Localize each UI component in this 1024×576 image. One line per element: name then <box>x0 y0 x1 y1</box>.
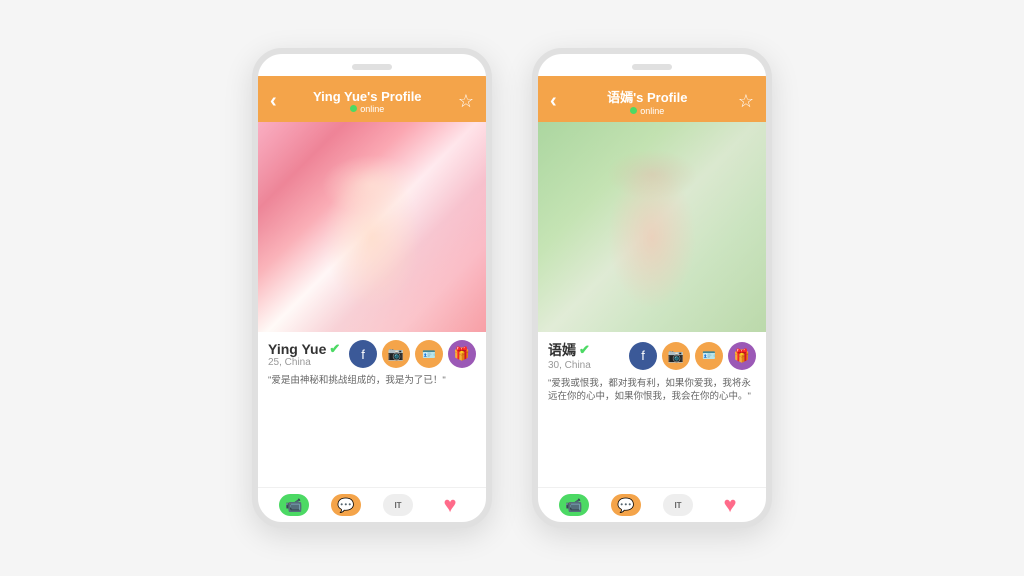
phone-1-inner: ‹ Ying Yue's Profile online ☆ Ying Yue ✔ <box>258 76 486 522</box>
online-status-1: online <box>350 104 384 114</box>
online-status-2: online <box>630 106 664 116</box>
camera-icon-1[interactable]: 📷 <box>382 340 410 368</box>
bottom-actions-2: 📹 💬 IT ♥ <box>538 487 766 522</box>
profile-info-1: Ying Yue ✔ 25, China f 📷 🪪 🎁 <box>258 332 486 372</box>
online-label-1: online <box>360 104 384 114</box>
online-dot-1 <box>350 105 357 112</box>
profile-quote-1: "爱是由神秘和挑战组成的，我是为了已！" <box>258 372 486 393</box>
visit-button-2[interactable]: IT <box>663 494 693 516</box>
visit-icon-1: IT <box>383 494 413 516</box>
profile-photo-2 <box>538 122 766 332</box>
facebook-icon-2[interactable]: f <box>629 342 657 370</box>
gift-icon-2[interactable]: 🎁 <box>728 342 756 370</box>
video-icon-1: 📹 <box>279 494 309 516</box>
gift-icon-1[interactable]: 🎁 <box>448 340 476 368</box>
profile-info-2: 语嫣 ✔ 30, China f 📷 🪪 🎁 <box>538 332 766 375</box>
verified-icon-2: ✔ <box>579 342 590 358</box>
heart-icon-2: ♥ <box>715 494 745 516</box>
id-icon-1[interactable]: 🪪 <box>415 340 443 368</box>
verified-icon-1: ✔ <box>329 341 340 357</box>
header-center-1: Ying Yue's Profile online <box>277 89 458 114</box>
phone-2: ‹ 语嫣's Profile online ☆ 语嫣 ✔ <box>532 48 772 528</box>
name-area-1: Ying Yue ✔ 25, China <box>268 341 340 368</box>
visit-icon-2: IT <box>663 494 693 516</box>
star-button-1[interactable]: ☆ <box>458 91 474 112</box>
video-button-2[interactable]: 📹 <box>559 494 589 516</box>
user-age-location-1: 25, China <box>268 357 340 368</box>
chat-button-2[interactable]: 💬 <box>611 494 641 516</box>
chat-icon-2: 💬 <box>611 494 641 516</box>
profile-title-2: 语嫣's Profile <box>607 87 687 106</box>
action-icons-1: f 📷 🪪 🎁 <box>349 340 476 368</box>
profile-quote-2: "爱我或恨我，都对我有利，如果你爱我，我将永远在你的心中，如果你恨我，我会在你的… <box>538 375 766 410</box>
video-icon-2: 📹 <box>559 494 589 516</box>
phone-1: ‹ Ying Yue's Profile online ☆ Ying Yue ✔ <box>252 48 492 528</box>
profile-photo-1 <box>258 122 486 332</box>
id-icon-2[interactable]: 🪪 <box>695 342 723 370</box>
like-button-1[interactable]: ♥ <box>435 494 465 516</box>
heart-icon-1: ♥ <box>435 494 465 516</box>
action-icons-2: f 📷 🪪 🎁 <box>629 342 756 370</box>
visit-button-1[interactable]: IT <box>383 494 413 516</box>
like-button-2[interactable]: ♥ <box>715 494 745 516</box>
star-button-2[interactable]: ☆ <box>738 91 754 112</box>
chat-icon-1: 💬 <box>331 494 361 516</box>
user-name-2: 语嫣 ✔ <box>548 340 591 360</box>
back-button-2[interactable]: ‹ <box>550 90 557 113</box>
header-center-2: 语嫣's Profile online <box>557 87 738 116</box>
user-name-1: Ying Yue ✔ <box>268 341 340 357</box>
name-area-2: 语嫣 ✔ 30, China <box>548 340 591 371</box>
back-button-1[interactable]: ‹ <box>270 90 277 113</box>
chat-button-1[interactable]: 💬 <box>331 494 361 516</box>
app-container: ‹ Ying Yue's Profile online ☆ Ying Yue ✔ <box>0 0 1024 576</box>
bottom-actions-1: 📹 💬 IT ♥ <box>258 487 486 522</box>
video-button-1[interactable]: 📹 <box>279 494 309 516</box>
profile-title-1: Ying Yue's Profile <box>313 89 422 104</box>
phone-2-inner: ‹ 语嫣's Profile online ☆ 语嫣 ✔ <box>538 76 766 522</box>
online-dot-2 <box>630 107 637 114</box>
camera-icon-2[interactable]: 📷 <box>662 342 690 370</box>
user-age-location-2: 30, China <box>548 360 591 371</box>
facebook-icon-1[interactable]: f <box>349 340 377 368</box>
header-2: ‹ 语嫣's Profile online ☆ <box>538 76 766 122</box>
online-label-2: online <box>640 106 664 116</box>
header-1: ‹ Ying Yue's Profile online ☆ <box>258 76 486 122</box>
